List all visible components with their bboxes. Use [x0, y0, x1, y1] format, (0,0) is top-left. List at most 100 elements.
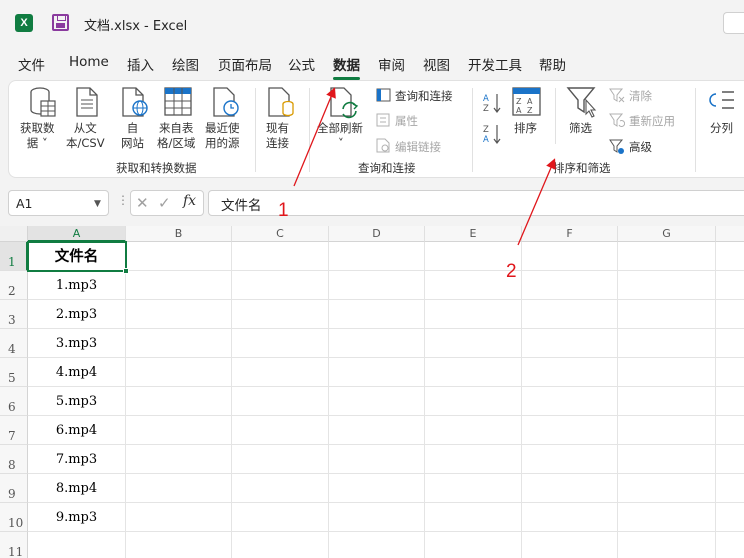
tab-help[interactable]: 帮助	[539, 54, 566, 74]
text-to-columns-button[interactable]: 分列	[710, 121, 733, 136]
cell[interactable]	[232, 416, 329, 445]
cell[interactable]	[126, 271, 232, 300]
recent-sources-button[interactable]: 最近使 用的源	[205, 121, 240, 151]
cell[interactable]	[329, 445, 425, 474]
cell-a[interactable]: 3.mp3	[28, 329, 126, 358]
chevron-down-icon[interactable]: ▼	[94, 199, 101, 209]
cell[interactable]	[522, 503, 618, 532]
column-header-h[interactable]	[716, 226, 744, 242]
row-header[interactable]: 7	[0, 416, 28, 445]
reapply-button[interactable]: 重新应用	[629, 113, 675, 129]
cell[interactable]	[329, 416, 425, 445]
tab-data[interactable]: 数据	[333, 54, 360, 80]
cell-a[interactable]: 1.mp3	[28, 271, 126, 300]
cell[interactable]	[425, 503, 522, 532]
cell-a[interactable]: 2.mp3	[28, 300, 126, 329]
properties-button[interactable]: 属性	[395, 113, 418, 129]
refresh-all-button[interactable]: 全部刷新	[317, 121, 363, 136]
cell[interactable]	[329, 300, 425, 329]
clear-button[interactable]: 清除	[629, 88, 652, 104]
cell-a[interactable]: 8.mp4	[28, 474, 126, 503]
tab-formulas[interactable]: 公式	[288, 54, 315, 74]
cell[interactable]	[522, 329, 618, 358]
cell[interactable]	[618, 416, 716, 445]
cell[interactable]	[232, 271, 329, 300]
row-header[interactable]: 1	[0, 242, 28, 271]
cell[interactable]	[522, 532, 618, 558]
existing-connections-button[interactable]: 现有 连接	[266, 121, 289, 151]
cell[interactable]	[126, 242, 232, 271]
cell[interactable]	[618, 329, 716, 358]
tab-view[interactable]: 视图	[423, 54, 450, 74]
cell[interactable]	[425, 300, 522, 329]
cell[interactable]	[716, 503, 744, 532]
cell[interactable]	[232, 474, 329, 503]
from-table-range-button[interactable]: 来自表 格/区域	[157, 121, 195, 151]
cell[interactable]	[716, 416, 744, 445]
cell-a[interactable]: 4.mp4	[28, 358, 126, 387]
cell[interactable]	[522, 271, 618, 300]
cell[interactable]	[425, 416, 522, 445]
row-header[interactable]: 5	[0, 358, 28, 387]
row-header[interactable]: 3	[0, 300, 28, 329]
insert-function-button[interactable]: fx	[183, 193, 196, 209]
cell[interactable]	[716, 358, 744, 387]
row-header[interactable]: 6	[0, 387, 28, 416]
cell[interactable]	[425, 329, 522, 358]
tab-file[interactable]: 文件	[18, 54, 45, 74]
cell-a[interactable]: 6.mp4	[28, 416, 126, 445]
cell[interactable]	[716, 242, 744, 271]
column-header-a[interactable]: A	[28, 226, 126, 242]
cell[interactable]	[329, 387, 425, 416]
cell[interactable]	[618, 387, 716, 416]
fill-handle[interactable]	[123, 268, 129, 274]
row-header[interactable]: 11	[0, 532, 28, 558]
row-header[interactable]: 2	[0, 271, 28, 300]
cell[interactable]	[329, 358, 425, 387]
cell[interactable]	[716, 387, 744, 416]
sort-a-z-icon[interactable]: A Z	[482, 92, 502, 114]
cell[interactable]	[232, 329, 329, 358]
cell[interactable]	[232, 358, 329, 387]
cell[interactable]	[126, 358, 232, 387]
from-text-csv-button[interactable]: 从文 本/CSV	[66, 121, 105, 151]
cell[interactable]	[126, 503, 232, 532]
tab-insert[interactable]: 插入	[127, 54, 154, 74]
window-control-button[interactable]	[723, 12, 744, 34]
cell[interactable]	[716, 445, 744, 474]
select-all-corner[interactable]	[0, 226, 28, 242]
from-web-button[interactable]: 自 网站	[121, 121, 144, 151]
more-options-icon[interactable]: ⋮	[117, 193, 129, 207]
cell[interactable]	[522, 242, 618, 271]
cell[interactable]	[232, 300, 329, 329]
cell[interactable]	[716, 329, 744, 358]
row-header[interactable]: 8	[0, 445, 28, 474]
cell-a[interactable]	[28, 532, 126, 558]
tab-page-layout[interactable]: 页面布局	[218, 54, 272, 74]
cell-a[interactable]: 9.mp3	[28, 503, 126, 532]
cell[interactable]	[232, 242, 329, 271]
cell[interactable]	[232, 445, 329, 474]
cell-a[interactable]: 5.mp3	[28, 387, 126, 416]
cell[interactable]	[329, 532, 425, 558]
cell[interactable]	[126, 532, 232, 558]
cell[interactable]	[329, 271, 425, 300]
cell[interactable]	[425, 474, 522, 503]
cell[interactable]	[618, 503, 716, 532]
save-icon[interactable]	[52, 14, 69, 31]
cell[interactable]	[522, 474, 618, 503]
tab-home[interactable]: Home	[69, 54, 109, 70]
queries-connections-button[interactable]: 查询和连接	[395, 88, 453, 104]
cell[interactable]	[522, 445, 618, 474]
cell[interactable]	[329, 242, 425, 271]
column-header-d[interactable]: D	[329, 226, 425, 242]
get-data-button[interactable]: 获取数 据 ˅	[20, 121, 55, 151]
cell[interactable]	[618, 358, 716, 387]
cell[interactable]	[329, 329, 425, 358]
row-header[interactable]: 9	[0, 474, 28, 503]
cell[interactable]	[618, 532, 716, 558]
cell[interactable]	[618, 300, 716, 329]
cell[interactable]	[126, 445, 232, 474]
tab-draw[interactable]: 绘图	[172, 54, 199, 74]
cell[interactable]	[716, 271, 744, 300]
